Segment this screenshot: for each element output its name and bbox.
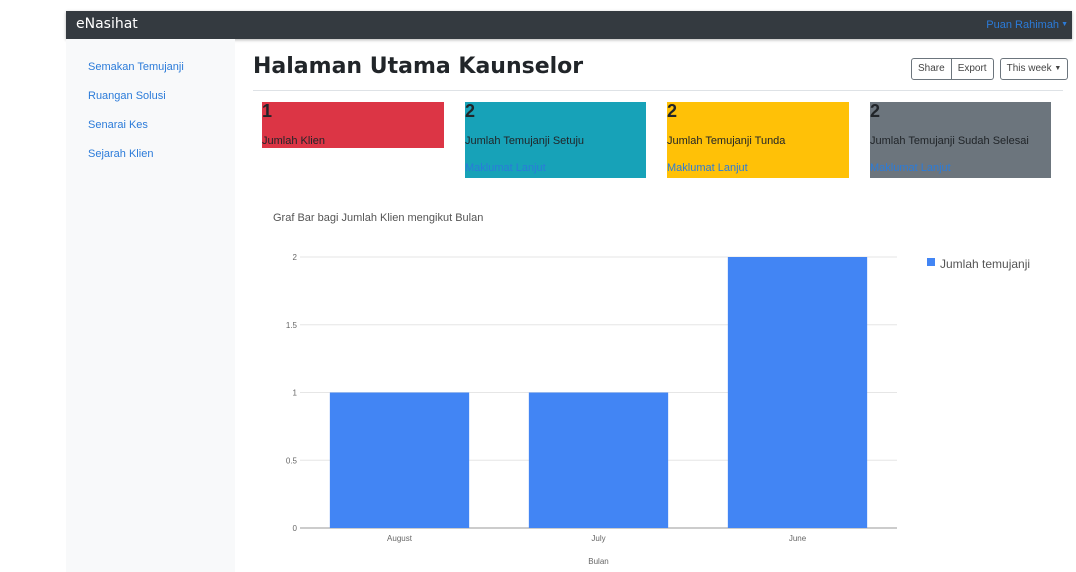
y-tick-label: 0.5 xyxy=(286,456,298,465)
x-tick-label: August xyxy=(387,534,413,543)
bar xyxy=(528,392,669,528)
bar xyxy=(329,392,470,528)
y-tick-label: 1.5 xyxy=(286,321,298,330)
x-axis-label: Bulan xyxy=(588,557,608,566)
y-tick-label: 1 xyxy=(293,389,298,398)
legend-swatch xyxy=(927,258,935,266)
bar-chart: 0 0.5 1 1.5 2 August July June Bulan xyxy=(286,253,897,566)
x-tick-label: July xyxy=(591,534,605,543)
y-tick-label: 0 xyxy=(293,524,298,533)
y-tick-label: 2 xyxy=(293,253,298,262)
legend-label: Jumlah temujanji xyxy=(940,257,1031,271)
bar xyxy=(727,257,868,528)
x-tick-label: June xyxy=(789,534,807,543)
